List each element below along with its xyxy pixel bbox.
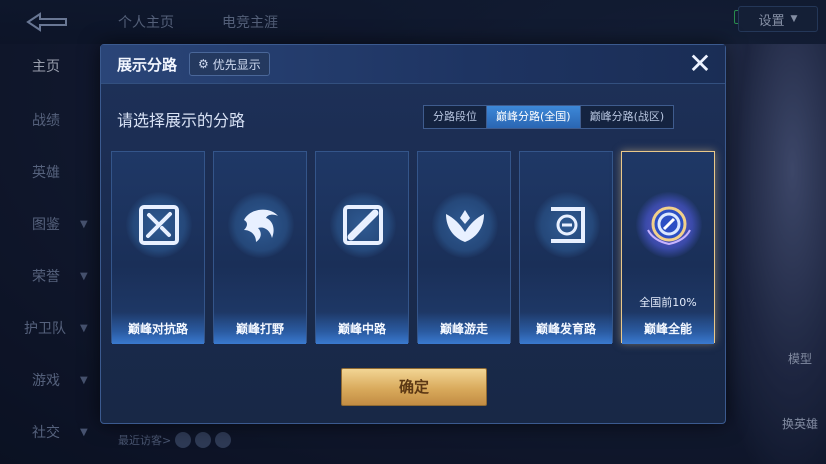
close-icon[interactable]: ✕ — [685, 49, 715, 79]
card-label: 巅峰中路 — [337, 322, 386, 336]
lane-card-all-round[interactable]: 全国前10% 巅峰全能 — [621, 151, 715, 344]
dialog-header: 展示分路 ⚙ 优先显示 ✕ — [101, 45, 725, 84]
tab-lane-rank[interactable]: 分路段位 — [424, 106, 487, 128]
card-label: 巅峰打野 — [235, 322, 284, 336]
tab-peak-lane-region[interactable]: 巅峰分路(战区) — [581, 106, 674, 128]
dialog-subtitle: 请选择展示的分路 — [117, 111, 246, 130]
staff-icon — [343, 205, 383, 245]
priority-display-button[interactable]: ⚙ 优先显示 — [189, 52, 270, 76]
lane-card-mid[interactable]: 巅峰中路 — [315, 151, 409, 344]
dragon-icon — [244, 209, 278, 242]
wings-icon — [446, 210, 484, 242]
lane-card-jungle[interactable]: 巅峰打野 — [213, 151, 307, 344]
card-label: 巅峰游走 — [439, 322, 488, 336]
lane-card-top[interactable]: 巅峰对抗路 — [111, 151, 205, 344]
card-label: 巅峰全能 — [643, 322, 692, 336]
card-label: 巅峰发育路 — [535, 322, 596, 336]
rank-text: 全国前10% — [639, 296, 697, 309]
lane-type-tabs: 分路段位 巅峰分路(全国) 巅峰分路(战区) — [423, 105, 675, 129]
sword-shield-icon — [139, 205, 179, 245]
confirm-button[interactable]: 确定 — [341, 368, 487, 406]
lane-card-support[interactable]: 巅峰游走 — [417, 151, 511, 344]
priority-display-label: 优先显示 — [212, 57, 261, 72]
tab-peak-lane-national[interactable]: 巅峰分路(全国) — [487, 106, 581, 128]
lane-card-bottom[interactable]: 巅峰发育路 — [519, 151, 613, 344]
dialog-title: 展示分路 — [117, 56, 178, 74]
lane-display-dialog: 展示分路 ⚙ 优先显示 ✕ 请选择展示的分路 分路段位 巅峰分路(全国) 巅峰分… — [100, 44, 726, 424]
bow-icon — [551, 207, 585, 243]
gear-icon: ⚙ — [198, 57, 209, 71]
all-round-badge-icon — [647, 206, 691, 246]
card-label: 巅峰对抗路 — [127, 322, 188, 336]
lane-card-list: 巅峰对抗路 巅峰打野 巅峰中路 巅峰游走 巅峰发育路 全国前10% 巅峰全能 — [111, 151, 717, 345]
